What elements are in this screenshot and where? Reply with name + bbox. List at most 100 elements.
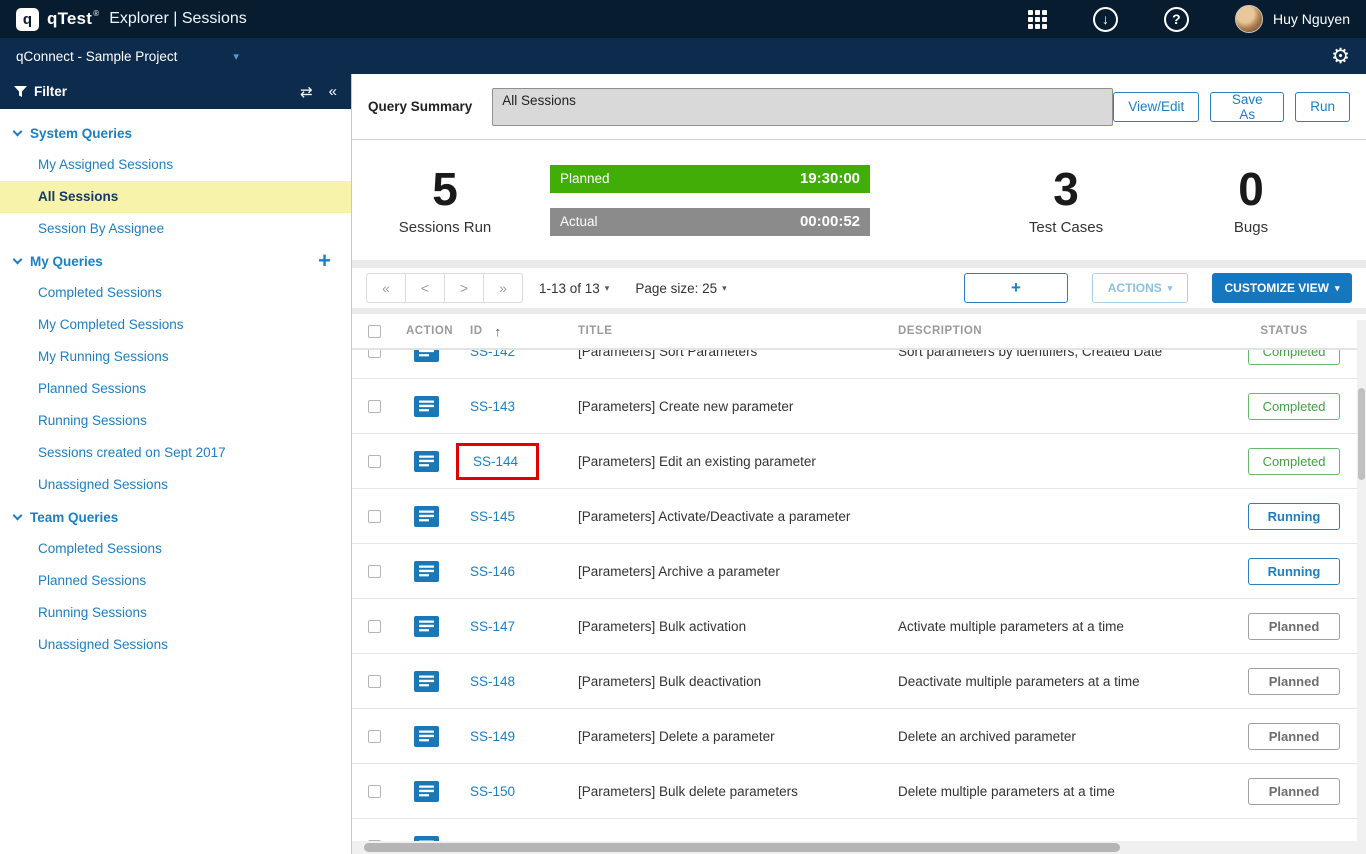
sidebar-item-running-sessions[interactable]: Running Sessions	[0, 405, 351, 437]
session-action-icon[interactable]	[414, 671, 439, 692]
session-action-icon[interactable]	[414, 451, 439, 472]
row-checkbox[interactable]	[368, 510, 381, 523]
sidebar-item-session-by-assignee[interactable]: Session By Assignee	[0, 213, 351, 245]
first-page-button[interactable]: «	[366, 273, 406, 303]
project-caret-icon[interactable]: ▾	[233, 50, 239, 63]
column-header-status[interactable]: STATUS	[1238, 325, 1366, 337]
session-id-link[interactable]: SS-142	[470, 350, 515, 359]
query-summary-input[interactable]: All Sessions	[492, 88, 1113, 126]
sidebar-item-my-running-sessions[interactable]: My Running Sessions	[0, 341, 351, 373]
vertical-scrollbar-thumb[interactable]	[1358, 388, 1365, 480]
session-id-link[interactable]: SS-145	[470, 509, 515, 524]
status-badge[interactable]: Completed	[1248, 393, 1340, 420]
prev-page-button[interactable]: <	[405, 273, 445, 303]
table-row: SS-150 [Parameters] Bulk delete paramete…	[352, 764, 1366, 819]
stat-sessions-run: 5 Sessions Run	[352, 164, 538, 236]
row-checkbox[interactable]	[368, 565, 381, 578]
save-as-button[interactable]: Save As	[1210, 92, 1284, 122]
row-checkbox[interactable]	[368, 455, 381, 468]
collapse-sidebar-icon[interactable]: «	[329, 83, 337, 100]
view-edit-button[interactable]: View/Edit	[1113, 92, 1199, 122]
test-cases-value: 3	[956, 164, 1176, 215]
project-selector[interactable]: qConnect - Sample Project	[16, 49, 177, 64]
status-badge[interactable]: Running	[1248, 558, 1340, 585]
sidebar-item-planned-sessions[interactable]: Planned Sessions	[0, 373, 351, 405]
session-id-link[interactable]: SS-146	[470, 564, 515, 579]
customize-view-button[interactable]: CUSTOMIZE VIEW▾	[1212, 273, 1352, 303]
user-menu[interactable]: Huy Nguyen	[1235, 5, 1350, 33]
add-session-button[interactable]: +	[964, 273, 1068, 303]
sidebar-item-completed-sessions[interactable]: Completed Sessions	[0, 277, 351, 309]
sidebar-item-unassigned-sessions[interactable]: Unassigned Sessions	[0, 469, 351, 501]
status-badge[interactable]: Completed	[1248, 448, 1340, 475]
next-page-button[interactable]: >	[444, 273, 484, 303]
session-description: Delete an archived parameter	[888, 729, 1238, 744]
table-header-row: ACTION ID↑ TITLE DESCRIPTION STATUS	[352, 314, 1366, 350]
range-dropdown[interactable]: 1-13 of 13▾	[539, 281, 609, 296]
refresh-queries-icon[interactable]: ⇄	[300, 83, 313, 101]
status-badge[interactable]: Running	[1248, 503, 1340, 530]
session-action-icon[interactable]	[414, 616, 439, 637]
column-header-id[interactable]: ID↑	[456, 324, 568, 339]
session-action-icon[interactable]	[414, 396, 439, 417]
column-header-description[interactable]: DESCRIPTION	[888, 325, 1238, 337]
chevron-down-icon: ▾	[605, 283, 610, 293]
sidebar-item-sessions-created-on-sept-2017[interactable]: Sessions created on Sept 2017	[0, 437, 351, 469]
session-id-link[interactable]: SS-144	[473, 454, 518, 469]
row-checkbox[interactable]	[368, 400, 381, 413]
apps-grid-icon[interactable]	[1028, 10, 1047, 29]
sidebar-section-my-queries[interactable]: My Queries +	[0, 245, 351, 277]
row-checkbox[interactable]	[368, 730, 381, 743]
column-header-title[interactable]: TITLE	[568, 325, 888, 337]
session-id-link[interactable]: SS-147	[470, 619, 515, 634]
session-action-icon[interactable]	[414, 726, 439, 747]
status-badge[interactable]: Planned	[1248, 668, 1340, 695]
session-id-link[interactable]: SS-150	[470, 784, 515, 799]
horizontal-scrollbar-thumb[interactable]	[364, 843, 1120, 852]
row-checkbox[interactable]	[368, 350, 381, 358]
gear-icon[interactable]: ⚙	[1331, 46, 1350, 67]
page-size-dropdown[interactable]: Page size: 25▾	[635, 281, 726, 296]
sidebar-item-running-sessions[interactable]: Running Sessions	[0, 597, 351, 629]
sidebar-item-completed-sessions[interactable]: Completed Sessions	[0, 533, 351, 565]
table-row: SS-142 [Parameters] Sort Parameters Sort…	[352, 350, 1366, 379]
horizontal-scrollbar[interactable]	[352, 841, 1366, 854]
sidebar-section-team-queries[interactable]: Team Queries	[0, 501, 351, 533]
status-badge[interactable]: Planned	[1248, 778, 1340, 805]
sidebar-item-unassigned-sessions[interactable]: Unassigned Sessions	[0, 629, 351, 661]
column-header-action[interactable]: ACTION	[396, 325, 456, 337]
table-row: SS-148 [Parameters] Bulk deactivation De…	[352, 654, 1366, 709]
row-checkbox[interactable]	[368, 620, 381, 633]
download-icon[interactable]: ↓	[1093, 7, 1118, 32]
vertical-scrollbar[interactable]	[1357, 320, 1366, 841]
row-checkbox[interactable]	[368, 675, 381, 688]
sidebar-item-my-completed-sessions[interactable]: My Completed Sessions	[0, 309, 351, 341]
session-action-icon[interactable]	[414, 506, 439, 527]
sort-ascending-icon[interactable]: ↑	[495, 324, 502, 339]
sidebar-item-my-assigned-sessions[interactable]: My Assigned Sessions	[0, 149, 351, 181]
sidebar-item-planned-sessions[interactable]: Planned Sessions	[0, 565, 351, 597]
status-badge[interactable]: Completed	[1248, 350, 1340, 365]
query-summary-label: Query Summary	[368, 99, 472, 114]
sidebar-section-system-queries[interactable]: System Queries	[0, 117, 351, 149]
status-badge[interactable]: Planned	[1248, 613, 1340, 640]
add-query-button[interactable]: +	[318, 250, 331, 272]
avatar[interactable]	[1235, 5, 1263, 33]
pagination-toolbar: « < > » 1-13 of 13▾ Page size: 25▾ + ACT…	[352, 268, 1366, 308]
session-title: [Parameters] Edit an existing parameter	[568, 454, 888, 469]
row-checkbox[interactable]	[368, 785, 381, 798]
session-id-link[interactable]: SS-149	[470, 729, 515, 744]
last-page-button[interactable]: »	[483, 273, 523, 303]
project-bar: qConnect - Sample Project ▾ ⚙	[0, 38, 1366, 74]
select-all-checkbox[interactable]	[368, 325, 381, 338]
sidebar-item-all-sessions[interactable]: All Sessions	[0, 181, 351, 213]
session-action-icon[interactable]	[414, 781, 439, 802]
session-action-icon[interactable]	[414, 350, 439, 362]
run-button[interactable]: Run	[1295, 92, 1350, 122]
session-id-link[interactable]: SS-148	[470, 674, 515, 689]
session-action-icon[interactable]	[414, 561, 439, 582]
actions-dropdown-button[interactable]: ACTIONS▾	[1092, 273, 1188, 303]
status-badge[interactable]: Planned	[1248, 723, 1340, 750]
help-icon[interactable]: ?	[1164, 7, 1189, 32]
session-id-link[interactable]: SS-143	[470, 399, 515, 414]
